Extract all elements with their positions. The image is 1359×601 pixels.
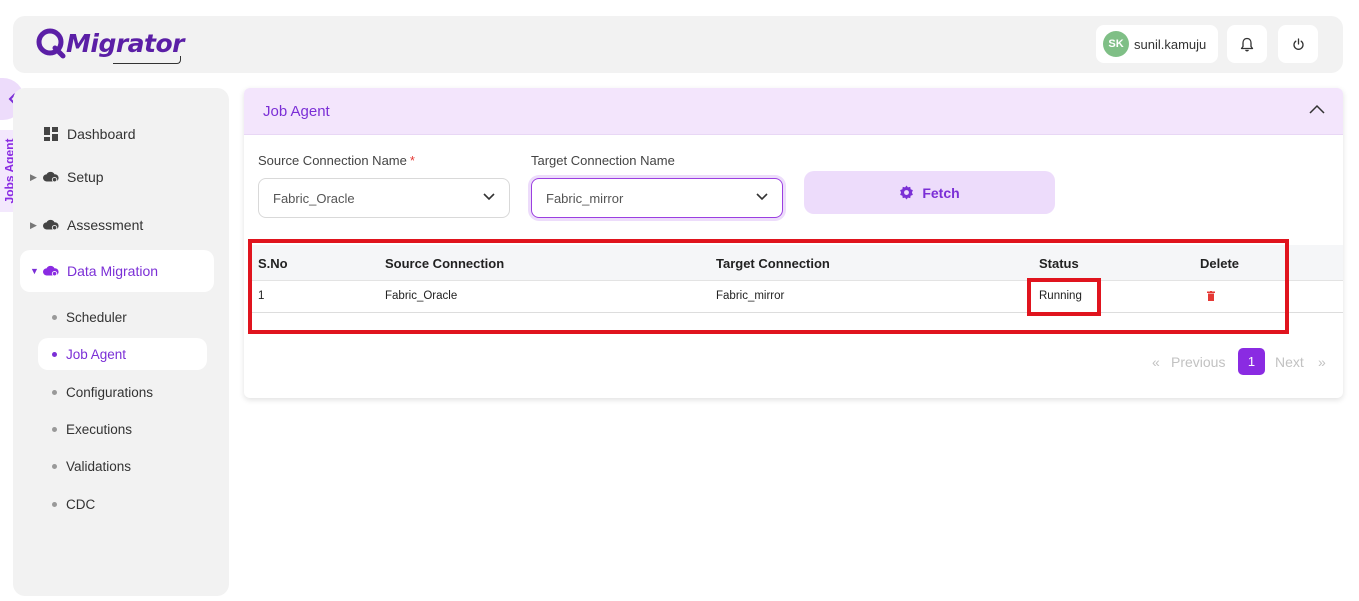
caret-right-icon: ▶ (30, 171, 37, 182)
bell-icon (1240, 37, 1254, 51)
top-header: Migrator SK sunil.kamuju (13, 16, 1343, 73)
required-mark: * (409, 153, 415, 168)
sidebar-item-label: Dashboard (67, 126, 136, 142)
logo-q-icon (36, 28, 66, 59)
pagination-previous[interactable]: Previous (1171, 348, 1225, 375)
table-highlight-box (248, 239, 1289, 334)
target-connection-label: Target Connection Name (531, 153, 675, 168)
target-connection-select[interactable]: Fabric_mirror (531, 178, 783, 218)
sidebar: Dashboard ▶ Setup ▶ Assessment ▼ Data Mi… (13, 88, 229, 596)
sidebar-item-setup[interactable]: ▶ Setup (13, 162, 229, 192)
bullet-dot (52, 389, 57, 395)
sidebar-item-dashboard[interactable]: Dashboard (13, 119, 229, 149)
cloud-gear-icon (43, 217, 59, 233)
sidebar-subitem-configurations[interactable]: Configurations (38, 376, 207, 408)
sidebar-subitem-validations[interactable]: Validations (38, 450, 207, 482)
sidebar-item-data-migration[interactable]: ▼ Data Migration (20, 250, 214, 292)
brand-name: Migrator (66, 28, 185, 58)
chevron-up-icon[interactable] (1309, 104, 1325, 114)
bullet-dot (52, 351, 57, 357)
caret-down-icon: ▼ (30, 266, 39, 276)
gear-icon (900, 185, 914, 200)
pagination-first[interactable]: « (1152, 348, 1160, 375)
bullet-dot (52, 314, 57, 320)
sidebar-subitem-label: Scheduler (66, 309, 127, 325)
caret-right-icon: ▶ (30, 219, 37, 230)
avatar: SK (1103, 31, 1129, 57)
bullet-dot (52, 463, 57, 469)
brand-logo[interactable]: Migrator (35, 26, 185, 64)
dashboard-icon (43, 126, 59, 142)
sidebar-subitem-label: Configurations (66, 384, 154, 400)
sidebar-item-label: Assessment (67, 217, 144, 233)
chevron-down-icon (483, 193, 495, 201)
sidebar-subitem-label: Job Agent (66, 346, 127, 362)
sidebar-subitem-label: CDC (66, 496, 96, 512)
logo-underline (113, 56, 181, 64)
sidebar-subitem-executions[interactable]: Executions (38, 413, 207, 445)
power-icon (1292, 37, 1304, 50)
fetch-button[interactable]: Fetch (804, 171, 1055, 214)
source-connection-select[interactable]: Fabric_Oracle (258, 178, 510, 218)
notifications-button[interactable] (1227, 25, 1267, 63)
source-connection-value: Fabric_Oracle (273, 190, 355, 206)
bullet-dot (52, 501, 57, 507)
target-connection-value: Fabric_mirror (546, 190, 624, 206)
cloud-gear-icon (43, 169, 59, 185)
sidebar-item-label: Setup (67, 169, 104, 185)
sidebar-subitem-label: Executions (66, 421, 133, 437)
status-highlight-box (1027, 278, 1101, 316)
sidebar-subitem-cdc[interactable]: CDC (38, 488, 207, 520)
username: sunil.kamuju (1134, 36, 1207, 52)
page-title: Job Agent (263, 103, 330, 120)
fetch-button-label: Fetch (922, 184, 960, 201)
source-connection-label: Source Connection Name * (258, 153, 415, 168)
source-connection-label-text: Source Connection Name (258, 153, 407, 168)
sidebar-subitem-job-agent[interactable]: Job Agent (38, 338, 207, 370)
card-header[interactable]: Job Agent (244, 88, 1343, 135)
user-menu[interactable]: SK sunil.kamuju (1096, 25, 1218, 63)
pagination-current-page[interactable]: 1 (1238, 348, 1265, 375)
chevron-down-icon (756, 193, 768, 201)
bullet-dot (52, 426, 57, 432)
pagination-last[interactable]: » (1318, 348, 1326, 375)
pagination-next[interactable]: Next (1275, 348, 1304, 375)
cloud-gear-icon (43, 263, 59, 279)
sidebar-item-label: Data Migration (67, 263, 159, 279)
sidebar-subitem-label: Validations (66, 458, 132, 474)
logout-button[interactable] (1278, 25, 1318, 63)
sidebar-subitem-scheduler[interactable]: Scheduler (38, 301, 207, 333)
sidebar-item-assessment[interactable]: ▶ Assessment (13, 210, 229, 240)
